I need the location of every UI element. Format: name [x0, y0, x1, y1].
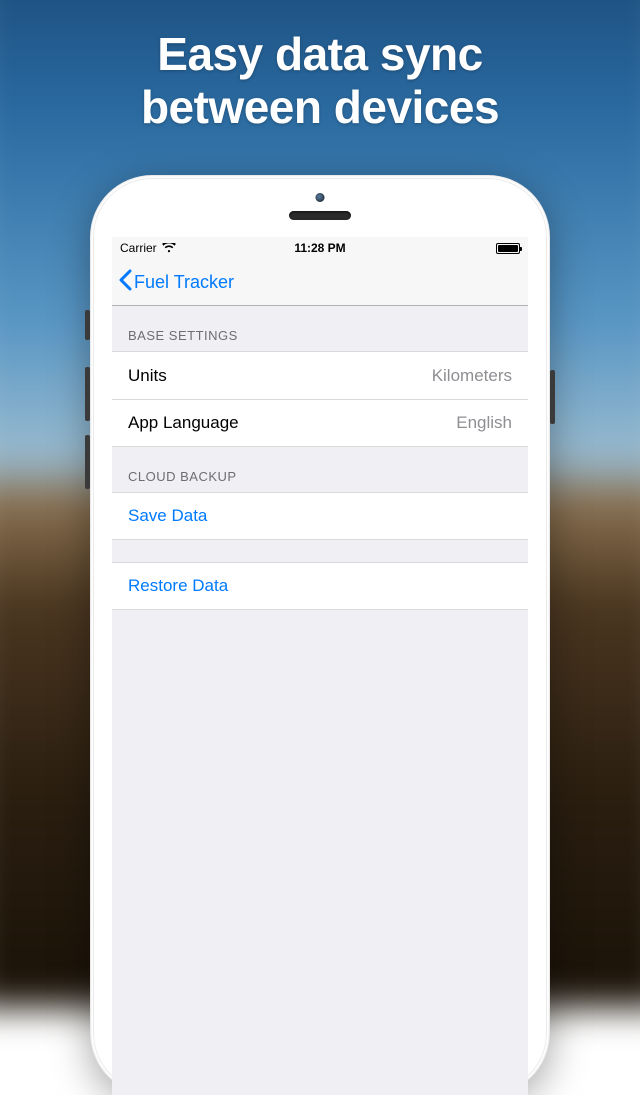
- status-left: Carrier: [120, 241, 176, 255]
- base-settings-group: Units Kilometers App Language English: [112, 351, 528, 447]
- headline-line-1: Easy data sync: [0, 28, 640, 81]
- wifi-icon: [162, 243, 176, 253]
- screen: Carrier 11:28 PM: [112, 237, 528, 1095]
- restore-data-label: Restore Data: [128, 576, 228, 596]
- cloud-backup-group: Save Data: [112, 492, 528, 540]
- headline-line-2: between devices: [0, 81, 640, 134]
- marketing-headline: Easy data sync between devices: [0, 28, 640, 134]
- row-app-language[interactable]: App Language English: [112, 399, 528, 447]
- speaker-grille: [289, 211, 351, 220]
- volume-down-button: [85, 435, 90, 489]
- phone-frame: Carrier 11:28 PM: [90, 175, 550, 1095]
- row-save-data[interactable]: Save Data: [112, 492, 528, 540]
- settings-content: BASE SETTINGS Units Kilometers App Langu…: [112, 306, 528, 610]
- back-button[interactable]: Fuel Tracker: [118, 269, 234, 296]
- carrier-label: Carrier: [120, 241, 157, 255]
- row-units-value: Kilometers: [432, 366, 512, 386]
- row-lang-value: English: [456, 413, 512, 433]
- chevron-left-icon: [118, 269, 132, 296]
- power-button: [550, 370, 555, 424]
- camera-icon: [316, 193, 325, 202]
- section-header-cloud: CLOUD BACKUP: [112, 447, 528, 492]
- row-gap: [112, 540, 528, 562]
- nav-bar: Fuel Tracker: [112, 259, 528, 306]
- status-time: 11:28 PM: [294, 241, 345, 255]
- status-bar: Carrier 11:28 PM: [112, 237, 528, 259]
- mute-switch: [85, 310, 90, 340]
- row-units[interactable]: Units Kilometers: [112, 351, 528, 399]
- battery-fill: [498, 245, 518, 252]
- row-restore-data[interactable]: Restore Data: [112, 562, 528, 610]
- volume-up-button: [85, 367, 90, 421]
- row-units-label: Units: [128, 366, 167, 386]
- battery-icon: [496, 243, 520, 254]
- back-label: Fuel Tracker: [134, 272, 234, 293]
- save-data-label: Save Data: [128, 506, 207, 526]
- status-right: [492, 243, 520, 254]
- cloud-restore-group: Restore Data: [112, 562, 528, 610]
- row-lang-label: App Language: [128, 413, 239, 433]
- section-header-base: BASE SETTINGS: [112, 306, 528, 351]
